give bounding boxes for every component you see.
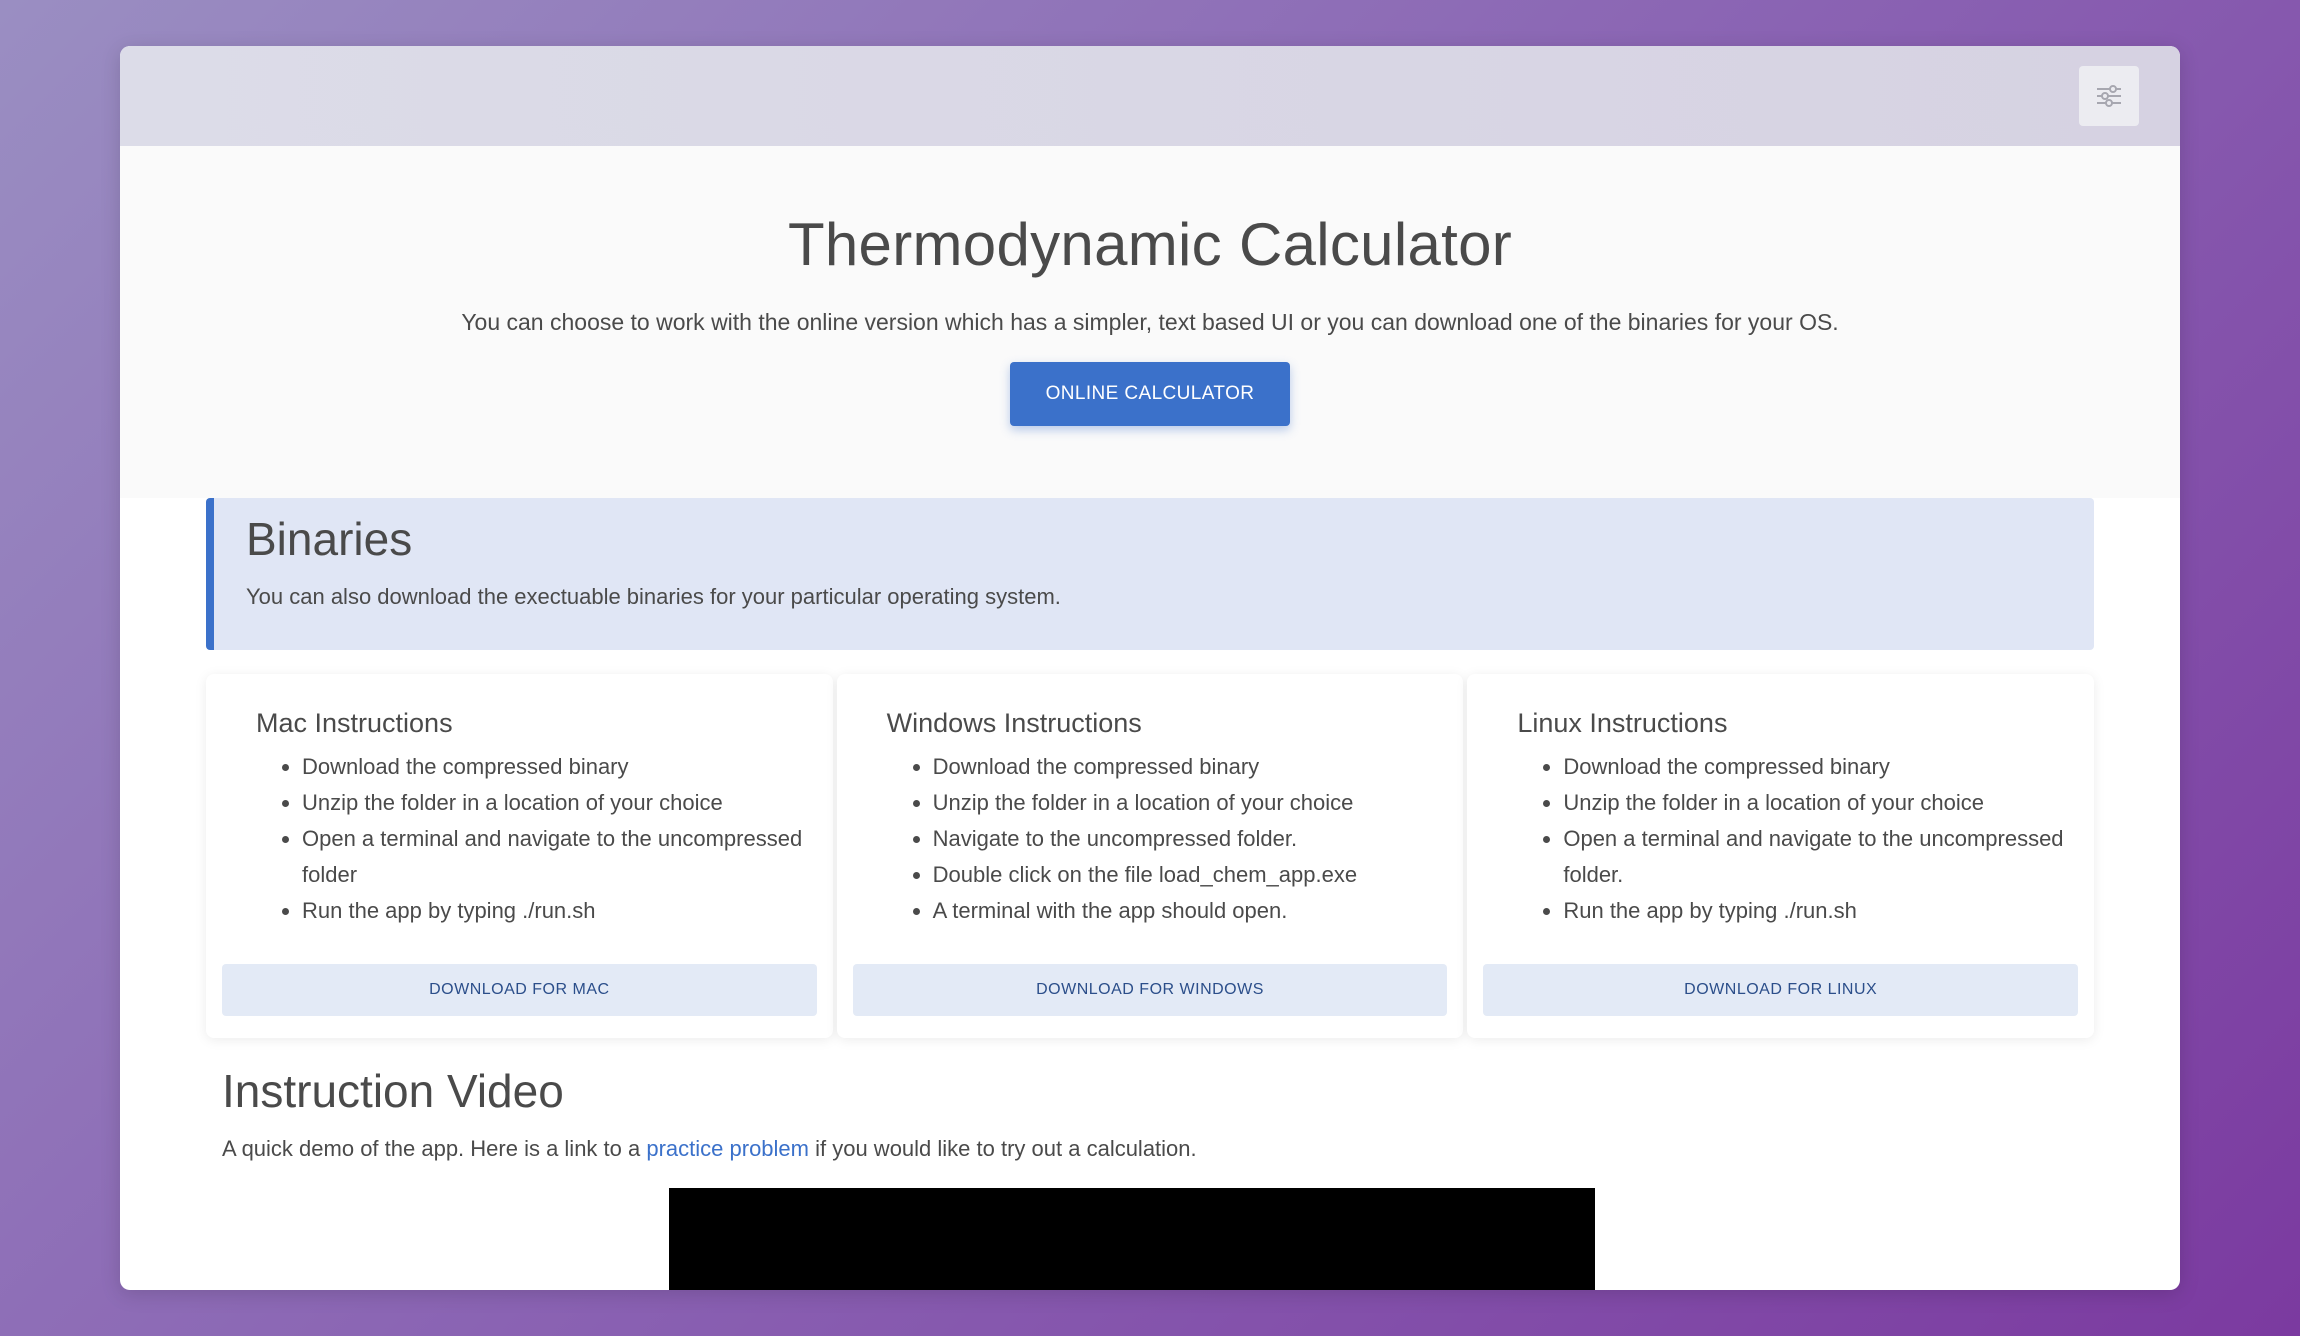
instruction-video-player[interactable]	[669, 1188, 1595, 1290]
instruction-video-section: Instruction Video A quick demo of the ap…	[206, 1064, 2094, 1162]
card-title: Mac Instructions	[256, 708, 453, 738]
download-windows-button[interactable]: DOWNLOAD FOR WINDOWS	[852, 964, 1448, 1016]
card-title: Windows Instructions	[886, 708, 1142, 738]
main-content: Binaries You can also download the exect…	[120, 498, 2180, 1162]
list-item: Download the compressed binary	[1563, 749, 2078, 785]
app-window: Thermodynamic Calculator You can choose …	[120, 46, 2180, 1290]
hero-section: Thermodynamic Calculator You can choose …	[120, 146, 2180, 498]
windows-instructions-card: Windows Instructions Download the compre…	[836, 674, 1464, 1038]
list-item: Run the app by typing ./run.sh	[302, 893, 817, 929]
steps-list: Download the compressed binary Unzip the…	[222, 749, 817, 929]
practice-problem-link[interactable]: practice problem	[646, 1136, 809, 1161]
card-title: Linux Instructions	[1517, 708, 1728, 738]
sliders-icon	[2097, 85, 2121, 107]
list-item: Double click on the file load_chem_app.e…	[933, 857, 1448, 893]
steps-list: Download the compressed binary Unzip the…	[1483, 749, 2078, 929]
mac-instructions-card: Mac Instructions Download the compressed…	[206, 674, 833, 1038]
top-bar	[120, 46, 2180, 146]
online-calculator-button[interactable]: ONLINE CALCULATOR	[1010, 362, 1290, 426]
hero-description: You can choose to work with the online v…	[461, 309, 1839, 335]
steps-list: Download the compressed binary Unzip the…	[853, 749, 1448, 929]
list-item: Download the compressed binary	[302, 749, 817, 785]
list-item: Unzip the folder in a location of your c…	[302, 785, 817, 821]
binaries-title: Binaries	[246, 513, 413, 565]
video-text-before: A quick demo of the app. Here is a link …	[222, 1136, 647, 1161]
download-mac-button[interactable]: DOWNLOAD FOR MAC	[222, 964, 817, 1016]
page-title: Thermodynamic Calculator	[787, 211, 1513, 278]
binaries-callout: Binaries You can also download the exect…	[206, 498, 2094, 650]
binaries-description: You can also download the exectuable bin…	[246, 584, 1061, 609]
list-item: A terminal with the app should open.	[933, 893, 1448, 929]
list-item: Unzip the folder in a location of your c…	[933, 785, 1448, 821]
list-item: Download the compressed binary	[933, 749, 1448, 785]
download-linux-button[interactable]: DOWNLOAD FOR LINUX	[1483, 964, 2079, 1016]
video-section-title: Instruction Video	[222, 1065, 564, 1117]
instruction-cards: Mac Instructions Download the compressed…	[206, 674, 2095, 1038]
video-section-text: A quick demo of the app. Here is a link …	[222, 1136, 2078, 1162]
linux-instructions-card: Linux Instructions Download the compress…	[1467, 674, 2095, 1038]
list-item: Open a terminal and navigate to the unco…	[302, 821, 817, 893]
list-item: Run the app by typing ./run.sh	[1563, 893, 2078, 929]
list-item: Open a terminal and navigate to the unco…	[1563, 821, 2078, 893]
settings-button[interactable]	[2079, 66, 2139, 126]
list-item: Navigate to the uncompressed folder.	[933, 821, 1448, 857]
list-item: Unzip the folder in a location of your c…	[1563, 785, 2078, 821]
video-text-after: if you would like to try out a calculati…	[809, 1136, 1197, 1161]
